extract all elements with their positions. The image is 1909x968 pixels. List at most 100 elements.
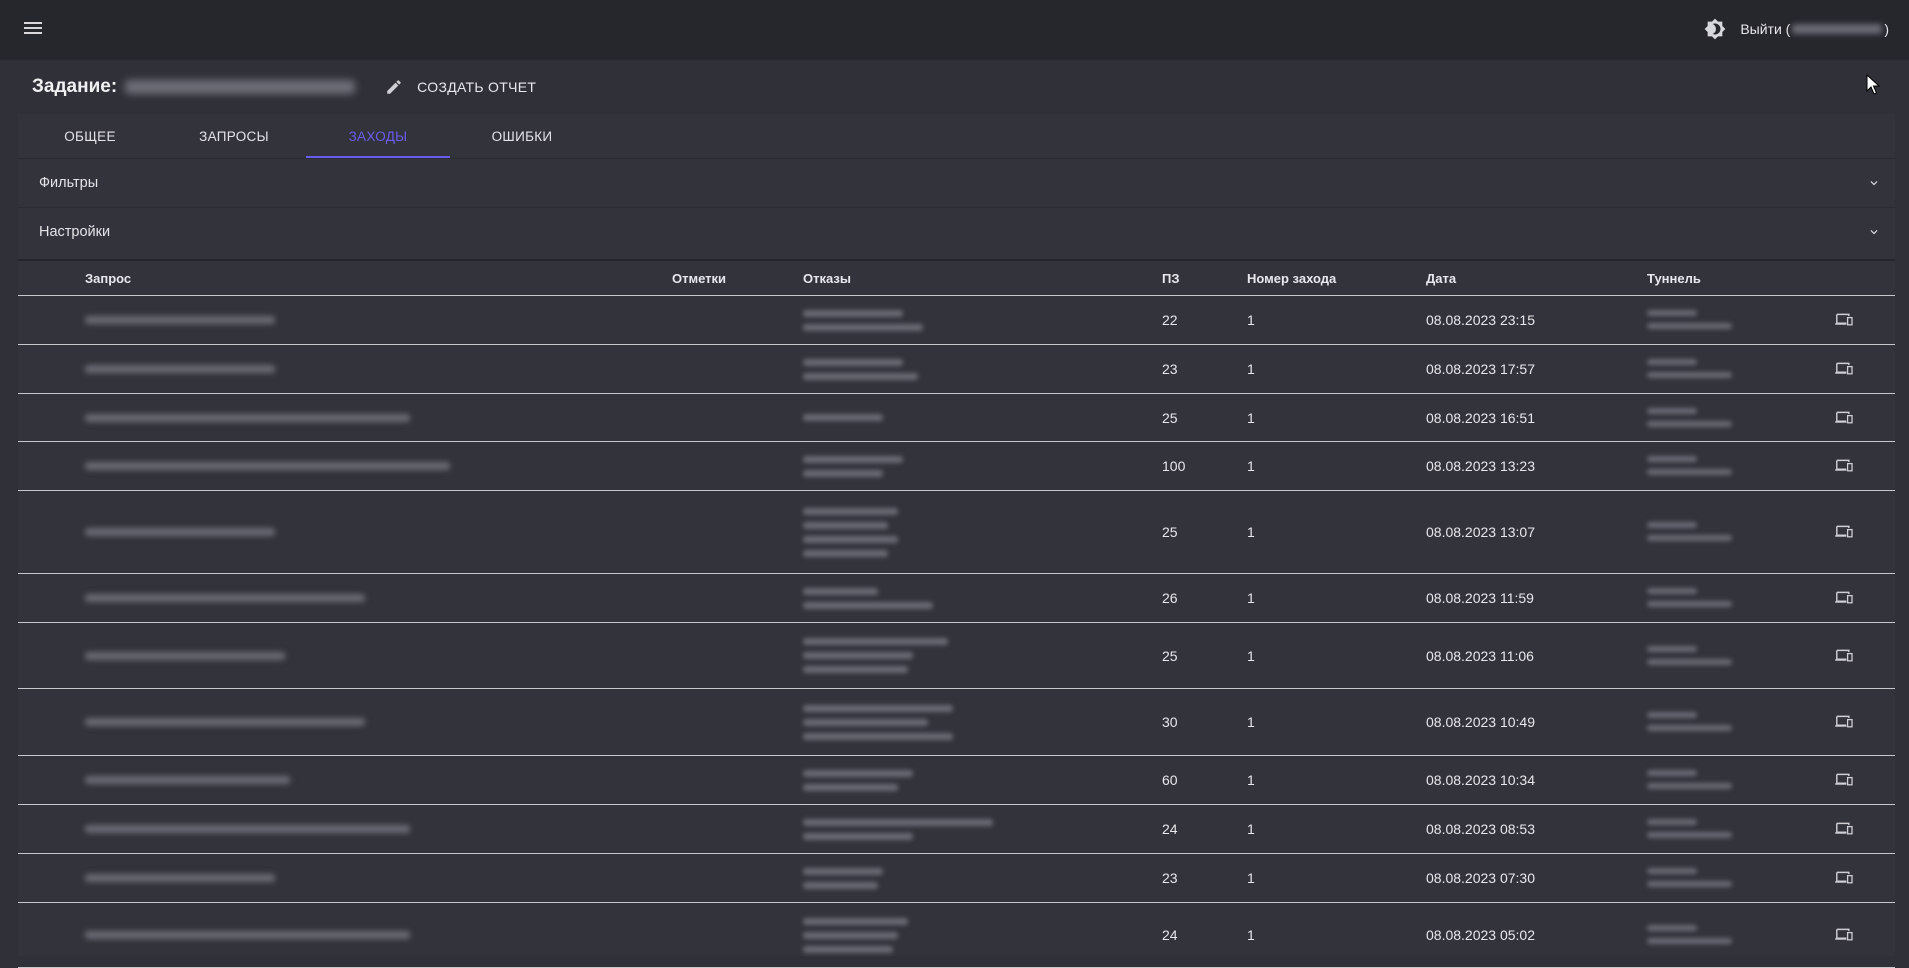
task-title: Задание: (32, 76, 118, 97)
tunnel-cell-redacted (1647, 310, 1732, 336)
refusals-cell-redacted (803, 818, 993, 847)
chevron-down-icon[interactable] (1867, 225, 1881, 239)
date-cell: 08.08.2023 13:07 (1426, 524, 1535, 540)
query-cell-redacted (85, 594, 365, 602)
col-date[interactable]: Дата (1426, 271, 1456, 286)
task-header: Задание: СОЗДАТЬ ОТЧЕТ (32, 72, 536, 102)
table-row[interactable]: 100 1 08.08.2023 13:23 (18, 442, 1895, 491)
tunnel-cell-redacted (1647, 588, 1732, 614)
tab-visits[interactable]: ЗАХОДЫ (306, 114, 450, 158)
device-icon[interactable] (1834, 772, 1854, 788)
pz-cell: 25 (1162, 524, 1178, 540)
refusals-cell-redacted (803, 638, 948, 680)
tunnel-cell-redacted (1647, 712, 1732, 738)
query-cell-redacted (85, 874, 275, 882)
query-cell-redacted (85, 413, 410, 422)
query-cell-redacted (85, 462, 450, 470)
table-row[interactable]: 24 1 08.08.2023 05:02 (18, 903, 1895, 968)
tunnel-cell-redacted (1647, 407, 1732, 434)
device-icon[interactable] (1834, 821, 1854, 837)
refusals-cell-redacted (803, 587, 933, 616)
col-refusals[interactable]: Отказы (803, 271, 851, 286)
content-card: ОБЩЕЕ ЗАПРОСЫ ЗАХОДЫ ОШИБКИ Фильтры Наст… (18, 114, 1895, 968)
date-cell: 08.08.2023 11:59 (1426, 590, 1534, 606)
visit-number-cell: 1 (1247, 458, 1255, 474)
filters-panel[interactable]: Фильтры (18, 158, 1895, 207)
table-row[interactable]: 30 1 08.08.2023 10:49 (18, 689, 1895, 756)
pz-cell: 23 (1162, 870, 1178, 886)
refusals-cell-redacted (803, 309, 923, 338)
chevron-down-icon[interactable] (1867, 176, 1881, 190)
device-icon[interactable] (1834, 458, 1854, 474)
col-query[interactable]: Запрос (85, 271, 131, 286)
edit-icon[interactable] (385, 78, 403, 96)
date-cell: 08.08.2023 17:57 (1426, 361, 1535, 377)
logout-label: Выйти ( (1740, 21, 1791, 37)
table-row[interactable]: 60 1 08.08.2023 10:34 (18, 756, 1895, 805)
device-icon[interactable] (1834, 590, 1854, 606)
col-tunnel[interactable]: Туннель (1647, 271, 1701, 286)
settings-panel[interactable]: Настройки (18, 207, 1895, 256)
device-icon[interactable] (1834, 870, 1854, 886)
tunnel-cell-redacted (1647, 819, 1732, 845)
tab-general[interactable]: ОБЩЕЕ (18, 114, 162, 158)
query-cell-redacted (85, 718, 365, 726)
table-row[interactable]: 23 1 08.08.2023 17:57 (18, 345, 1895, 394)
date-cell: 08.08.2023 10:49 (1426, 714, 1535, 730)
device-icon[interactable] (1834, 927, 1854, 943)
col-pz[interactable]: ПЗ (1162, 271, 1180, 286)
table-row[interactable]: 23 1 08.08.2023 07:30 (18, 854, 1895, 903)
query-cell-redacted (85, 316, 275, 324)
table-row[interactable]: 22 1 08.08.2023 23:15 (18, 296, 1895, 345)
col-marks[interactable]: Отметки (672, 271, 726, 286)
table-row[interactable]: 26 1 08.08.2023 11:59 (18, 574, 1895, 623)
table-row[interactable]: 25 1 08.08.2023 13:07 (18, 491, 1895, 574)
pz-cell: 100 (1162, 458, 1186, 474)
tab-queries[interactable]: ЗАПРОСЫ (162, 114, 306, 158)
query-cell-redacted (85, 931, 410, 939)
device-icon[interactable] (1834, 312, 1854, 328)
visit-number-cell: 1 (1247, 590, 1255, 606)
query-cell-redacted (85, 776, 290, 784)
visit-number-cell: 1 (1247, 927, 1255, 943)
tunnel-cell-redacted (1647, 868, 1732, 894)
refusals-cell-redacted (803, 358, 918, 387)
theme-toggle-icon[interactable] (1702, 16, 1728, 42)
visit-number-cell: 1 (1247, 821, 1255, 837)
tab-bar: ОБЩЕЕ ЗАПРОСЫ ЗАХОДЫ ОШИБКИ (18, 114, 594, 158)
device-icon[interactable] (1834, 410, 1854, 426)
device-icon[interactable] (1834, 524, 1854, 540)
visit-number-cell: 1 (1247, 772, 1255, 788)
pz-cell: 23 (1162, 361, 1178, 377)
pz-cell: 24 (1162, 821, 1178, 837)
device-icon[interactable] (1834, 714, 1854, 730)
tunnel-cell-redacted (1647, 645, 1732, 672)
task-name-redacted (125, 80, 356, 94)
tunnel-cell-redacted (1647, 770, 1732, 796)
tab-errors[interactable]: ОШИБКИ (450, 114, 594, 158)
device-icon[interactable] (1834, 361, 1854, 377)
tunnel-cell-redacted (1647, 925, 1732, 951)
logout-button[interactable]: Выйти ( ) (1740, 21, 1889, 37)
visits-table: Запрос Отметки Отказы ПЗ Номер захода Да… (18, 259, 1895, 968)
username-redacted (1792, 24, 1883, 34)
query-cell-redacted (85, 825, 410, 833)
refusals-cell-redacted (803, 917, 908, 960)
create-report-button[interactable]: СОЗДАТЬ ОТЧЕТ (417, 79, 536, 95)
menu-icon[interactable] (22, 19, 44, 41)
table-row[interactable]: 25 1 08.08.2023 16:51 (18, 394, 1895, 442)
tunnel-cell-redacted (1647, 456, 1732, 482)
date-cell: 08.08.2023 16:51 (1426, 409, 1535, 426)
visit-number-cell: 1 (1247, 870, 1255, 886)
table-row[interactable]: 25 1 08.08.2023 11:06 (18, 623, 1895, 689)
mouse-cursor-icon (1866, 74, 1880, 95)
col-visit-number[interactable]: Номер захода (1247, 271, 1336, 286)
date-cell: 08.08.2023 10:34 (1426, 772, 1535, 788)
refusals-cell-redacted (803, 507, 898, 564)
date-cell: 08.08.2023 08:53 (1426, 821, 1535, 837)
device-icon[interactable] (1834, 648, 1854, 664)
table-row[interactable]: 24 1 08.08.2023 08:53 (18, 805, 1895, 854)
pz-cell: 25 (1162, 647, 1178, 664)
visit-number-cell: 1 (1247, 647, 1255, 664)
refusals-cell-redacted (803, 704, 953, 747)
